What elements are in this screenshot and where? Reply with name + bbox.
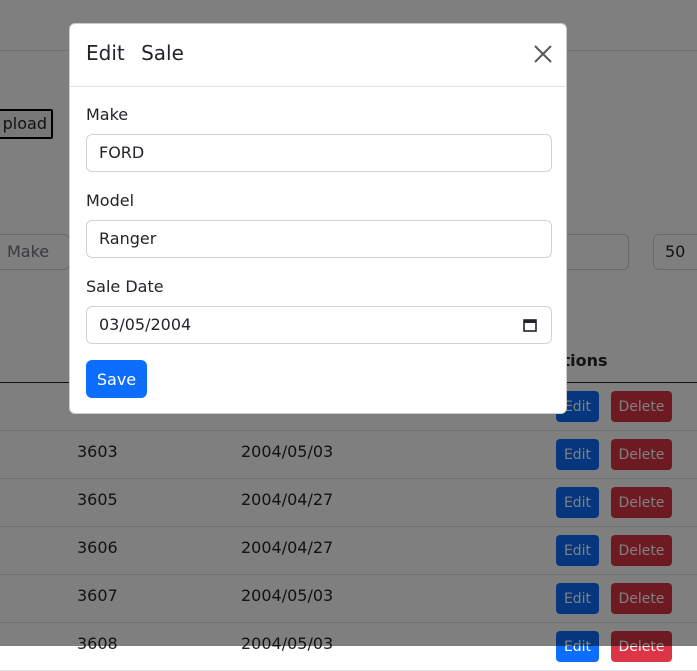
make-field[interactable]: FORD [86,134,552,172]
model-label: Model [86,191,135,210]
modal-header: Edit Sale [70,24,566,87]
close-icon [534,45,552,63]
sale-date-field[interactable]: 03/05/2004 [86,306,552,344]
make-label: Make [86,105,129,124]
sale-date-value: 03/05/2004 [99,315,192,334]
edit-sale-dialog: Edit Sale Make FORD Model Ranger Sale Da… [69,23,567,414]
calendar-icon[interactable] [523,318,537,332]
modal-title: Edit Sale [86,41,184,65]
close-button[interactable] [532,43,554,65]
sale-date-label: Sale Date [86,277,164,296]
model-field[interactable]: Ranger [86,220,552,258]
save-button[interactable]: Save [86,360,147,398]
